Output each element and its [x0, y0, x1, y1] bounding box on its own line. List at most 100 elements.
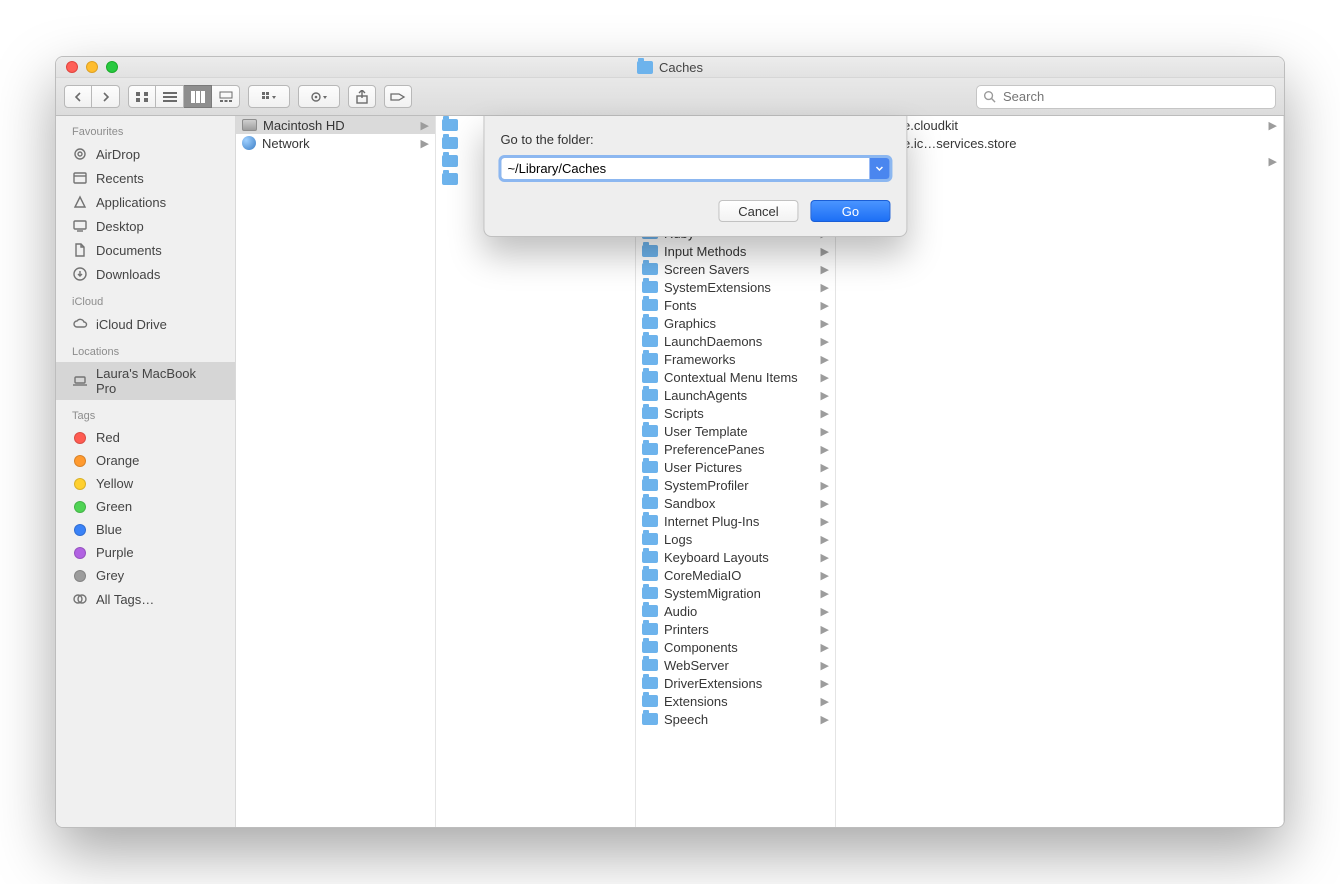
chevron-left-icon [73, 92, 83, 102]
row-label: LaunchDaemons [664, 334, 815, 349]
tag-dot-icon [72, 524, 88, 536]
view-gallery-button[interactable] [212, 85, 240, 108]
row-label: SystemExtensions [664, 280, 815, 295]
list-icon [163, 91, 177, 103]
sidebar-item[interactable]: iCloud Drive [56, 312, 235, 336]
folder-icon [642, 263, 658, 275]
sidebar-item[interactable]: Yellow [56, 472, 235, 495]
row-label: Screen Savers [664, 262, 815, 277]
column-row[interactable]: Speech▶ [636, 710, 835, 728]
path-dropdown-button[interactable] [869, 158, 889, 179]
column-row[interactable]: LaunchAgents▶ [636, 386, 835, 404]
sidebar-item[interactable]: All Tags… [56, 587, 235, 611]
row-label: WebServer [664, 658, 815, 673]
sidebar-item[interactable]: Downloads [56, 262, 235, 286]
sidebar-item[interactable]: Grey [56, 564, 235, 587]
view-columns-button[interactable] [184, 85, 212, 108]
sheet-label: Go to the folder: [500, 132, 890, 147]
row-label: SystemMigration [664, 586, 815, 601]
column-row[interactable]: WebServer▶ [636, 656, 835, 674]
view-list-button[interactable] [156, 85, 184, 108]
chevron-right-icon: ▶ [821, 389, 829, 402]
airdrop-icon [72, 146, 88, 162]
gallery-icon [219, 91, 233, 103]
column-row[interactable]: User Template▶ [636, 422, 835, 440]
sidebar-item-label: Purple [96, 545, 134, 560]
column-row[interactable]: LaunchDaemons▶ [636, 332, 835, 350]
action-menu-button[interactable] [298, 85, 340, 108]
column-row[interactable]: Printers▶ [636, 620, 835, 638]
go-button[interactable]: Go [810, 200, 890, 222]
folder-path-input[interactable] [500, 157, 890, 180]
folder-icon [442, 155, 458, 167]
sidebar-item-label: Downloads [96, 267, 160, 282]
column-row[interactable]: Internet Plug-Ins▶ [636, 512, 835, 530]
folder-icon [642, 497, 658, 509]
sidebar-item[interactable]: Orange [56, 449, 235, 472]
column-row[interactable]: Network▶ [236, 134, 435, 152]
column-row[interactable]: User Pictures▶ [636, 458, 835, 476]
sidebar-item[interactable]: Blue [56, 518, 235, 541]
column-row[interactable]: Keyboard Layouts▶ [636, 548, 835, 566]
tags-button[interactable] [384, 85, 412, 108]
nav-buttons [64, 85, 120, 108]
search-field[interactable] [976, 85, 1276, 109]
row-label: m.apple.ic…services.store [864, 136, 1277, 151]
search-input[interactable] [976, 85, 1276, 109]
column-row[interactable]: Scripts▶ [636, 404, 835, 422]
cancel-button[interactable]: Cancel [718, 200, 798, 222]
share-button[interactable] [348, 85, 376, 108]
row-label: CoreMediaIO [664, 568, 815, 583]
column-row[interactable]: CoreMediaIO▶ [636, 566, 835, 584]
sidebar-item[interactable]: Green [56, 495, 235, 518]
arrange-menu-button[interactable] [248, 85, 290, 108]
column-row[interactable]: Macintosh HD▶ [236, 116, 435, 134]
disk-icon [242, 119, 257, 131]
view-icons-button[interactable] [128, 85, 156, 108]
sidebar-item-label: Yellow [96, 476, 133, 491]
column-row[interactable]: Graphics▶ [636, 314, 835, 332]
column-row[interactable]: Fonts▶ [636, 296, 835, 314]
column-0: Macintosh HD▶Network▶ [236, 116, 436, 827]
column-row[interactable]: PreferencePanes▶ [636, 440, 835, 458]
column-row[interactable]: Extensions▶ [636, 692, 835, 710]
column-row[interactable]: SystemExtensions▶ [636, 278, 835, 296]
folder-icon [642, 299, 658, 311]
sidebar-item[interactable]: Red [56, 426, 235, 449]
chevron-right-icon: ▶ [1269, 119, 1277, 132]
sidebar-item[interactable]: Applications [56, 190, 235, 214]
column-row[interactable]: Frameworks▶ [636, 350, 835, 368]
chevron-right-icon: ▶ [421, 119, 429, 132]
sidebar-item[interactable]: Desktop [56, 214, 235, 238]
column-row[interactable]: Sandbox▶ [636, 494, 835, 512]
column-row[interactable]: DriverExtensions▶ [636, 674, 835, 692]
back-button[interactable] [64, 85, 92, 108]
row-label: User Template [664, 424, 815, 439]
chevron-right-icon: ▶ [821, 533, 829, 546]
row-label: Contextual Menu Items [664, 370, 815, 385]
column-row[interactable]: SystemProfiler▶ [636, 476, 835, 494]
forward-button[interactable] [92, 85, 120, 108]
column-row[interactable]: Contextual Menu Items▶ [636, 368, 835, 386]
row-label: PreferencePanes [664, 442, 815, 457]
column-row[interactable]: Audio▶ [636, 602, 835, 620]
apps-icon [72, 194, 88, 210]
sidebar-item-label: Green [96, 499, 132, 514]
folder-icon [642, 713, 658, 725]
column-row[interactable]: Components▶ [636, 638, 835, 656]
sidebar-item[interactable]: Purple [56, 541, 235, 564]
sidebar-item[interactable]: Recents [56, 166, 235, 190]
sidebar-item[interactable]: AirDrop [56, 142, 235, 166]
sidebar-item[interactable]: Laura's MacBook Pro [56, 362, 235, 400]
column-row[interactable]: Screen Savers▶ [636, 260, 835, 278]
sidebar-item[interactable]: Documents [56, 238, 235, 262]
folder-icon [642, 623, 658, 635]
folder-icon [442, 173, 458, 185]
column-row[interactable]: Logs▶ [636, 530, 835, 548]
row-label: Audio [664, 604, 815, 619]
sidebar-item-label: Documents [96, 243, 162, 258]
folder-icon [642, 281, 658, 293]
column-row[interactable]: Input Methods▶ [636, 242, 835, 260]
cloud-icon [72, 316, 88, 332]
column-row[interactable]: SystemMigration▶ [636, 584, 835, 602]
